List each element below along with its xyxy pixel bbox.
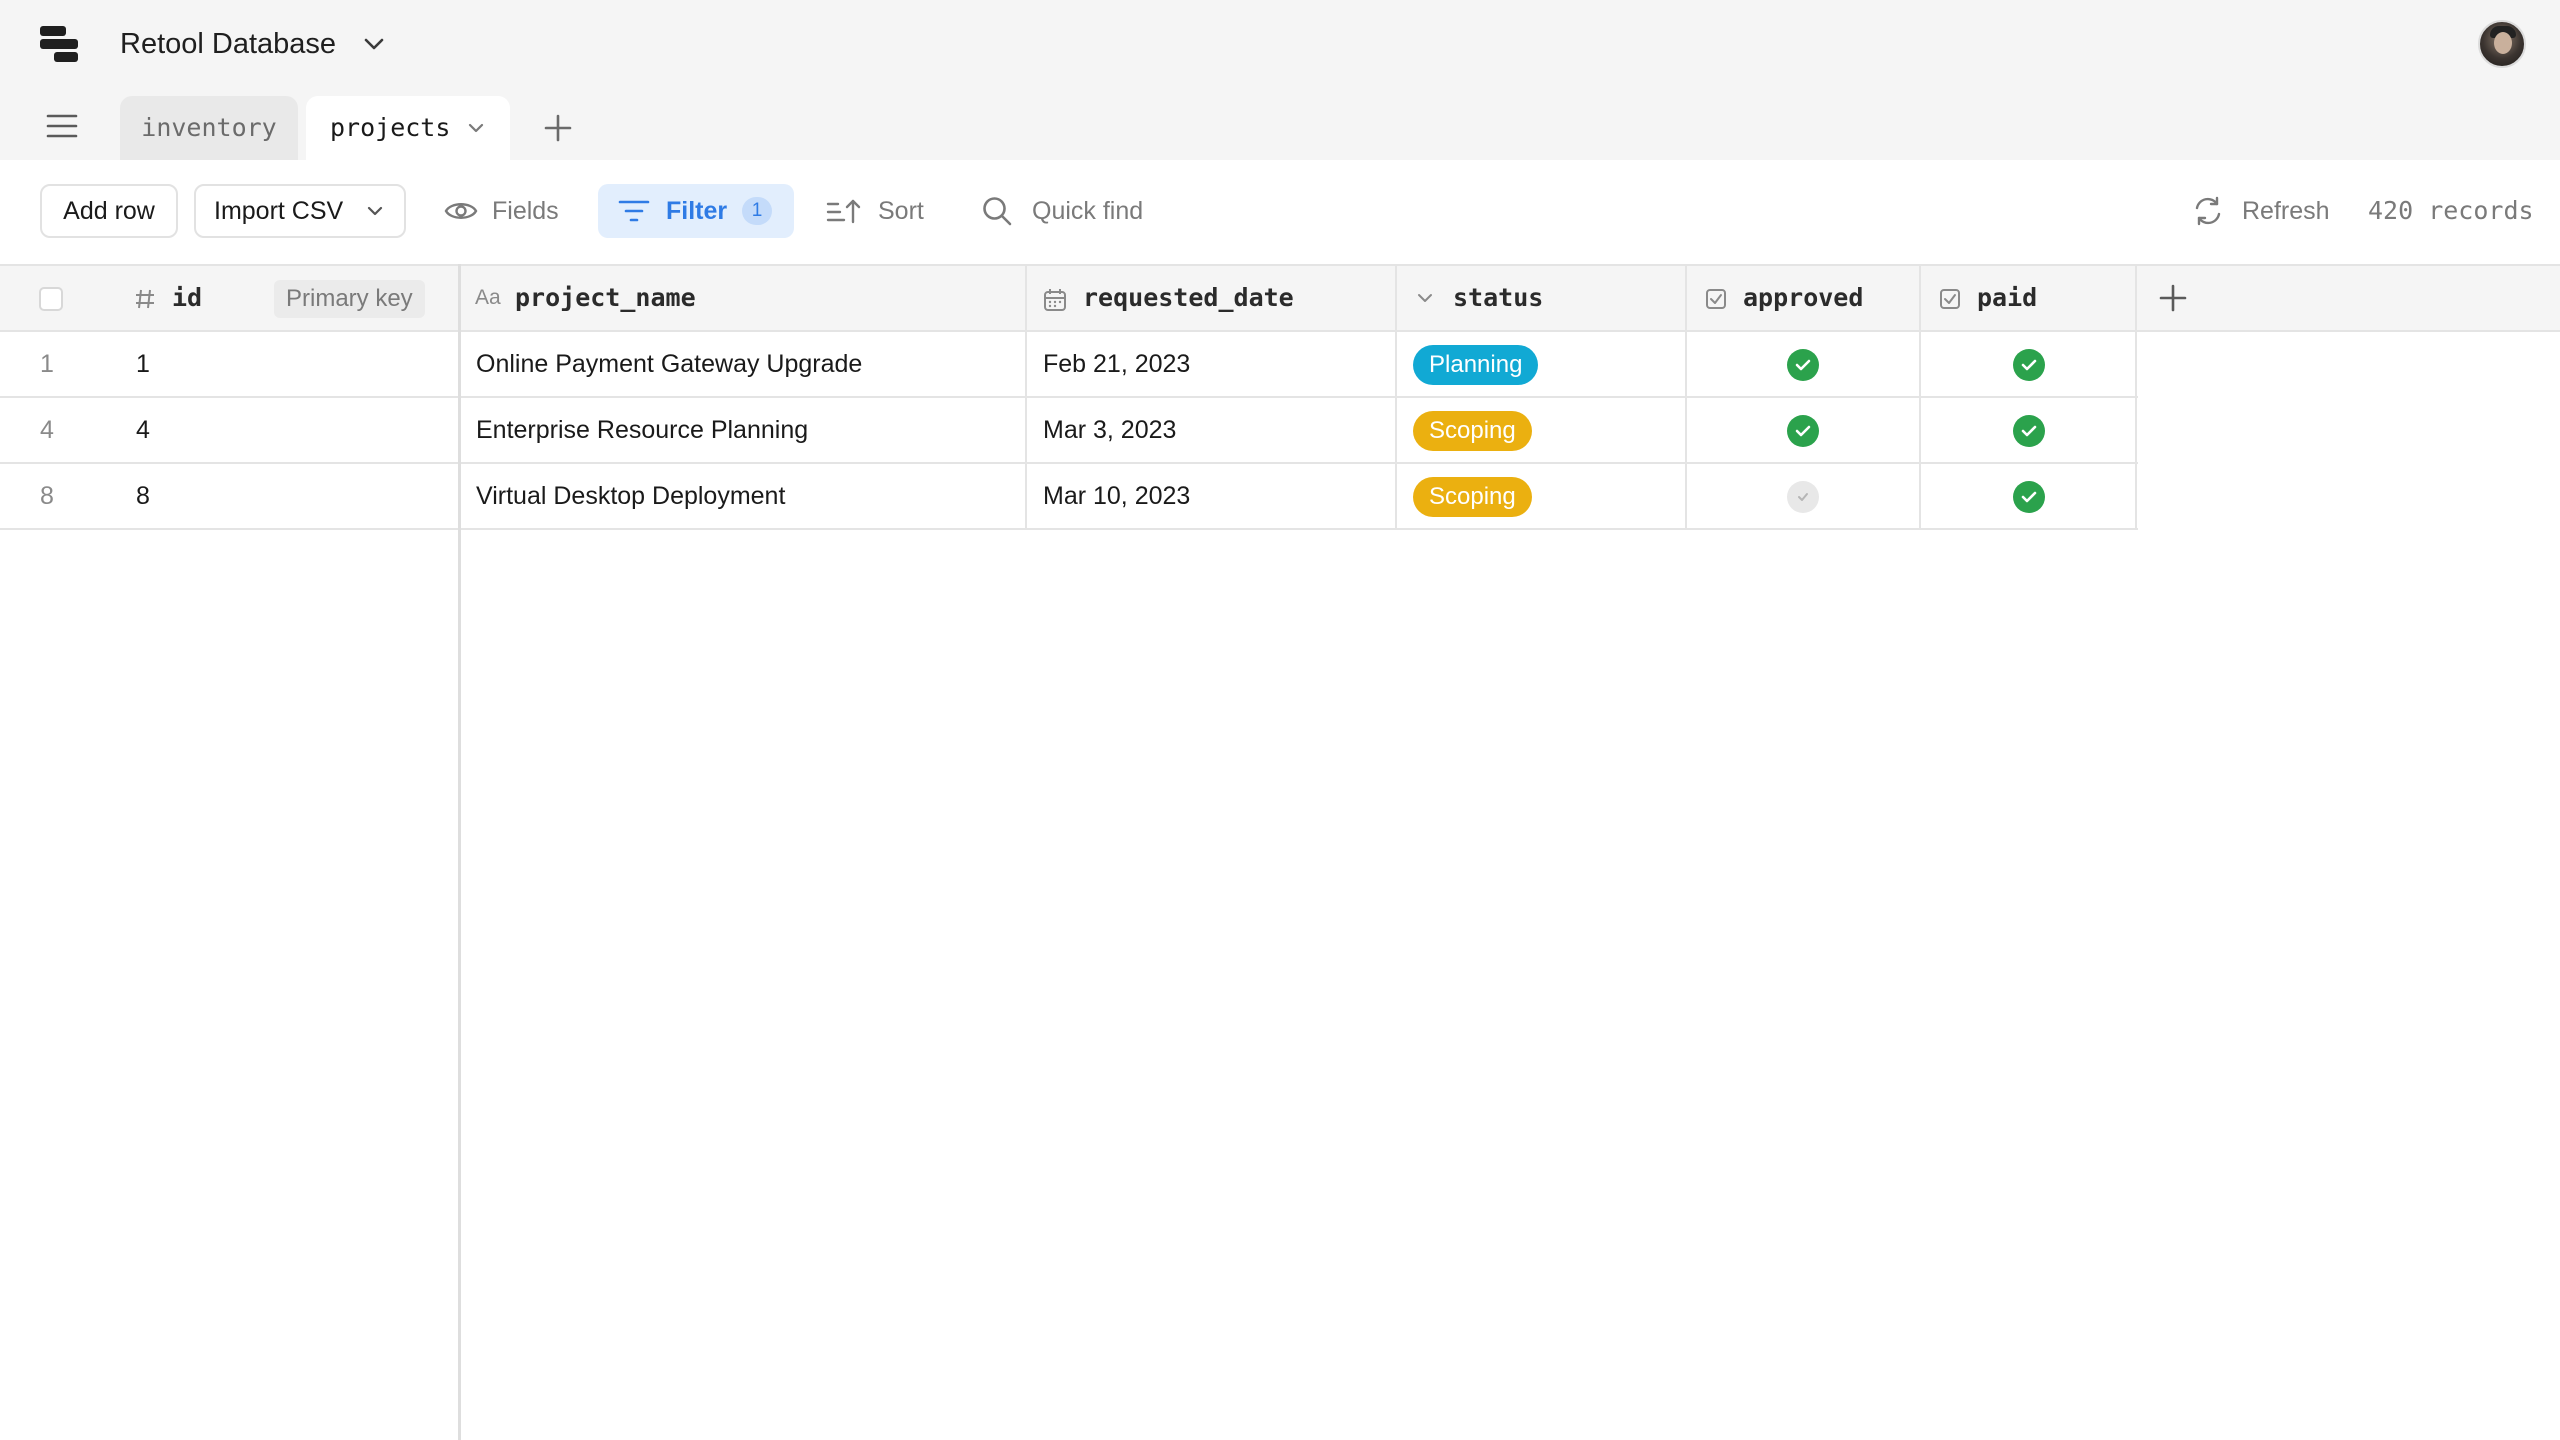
eye-icon [444,203,478,219]
data-grid: id Primary key Aa project_name requested… [0,264,2560,1440]
fields-label: Fields [492,197,559,225]
paid-check-icon[interactable] [2013,481,2045,513]
sort-button[interactable]: Sort [826,184,936,238]
cell-id[interactable]: 8 [136,464,458,528]
column-name: approved [1743,283,1864,312]
paid-check-icon[interactable] [2013,415,2045,447]
column-name: paid [1977,283,2038,312]
column-header-id[interactable]: id Primary key [110,266,458,330]
column-header-status[interactable]: status [1397,266,1687,330]
filter-label: Filter [666,197,728,225]
cell-approved[interactable] [1687,332,1921,396]
cell-status[interactable]: Scoping [1397,464,1687,528]
row-number: 4 [40,416,54,444]
fields-button[interactable]: Fields [444,184,574,238]
sort-label: Sort [878,197,924,225]
cell-requested-date[interactable]: Mar 3, 2023 [1027,398,1397,462]
filter-button[interactable]: Filter 1 [598,184,794,238]
cell-approved[interactable] [1687,398,1921,462]
status-badge: Scoping [1413,477,1532,517]
quick-find-label: Quick find [1032,197,1144,225]
text-type-icon: Aa [475,286,501,309]
cell-paid[interactable] [1921,398,2137,462]
refresh-label: Refresh [2242,197,2330,225]
avatar[interactable] [2478,20,2526,68]
row-number: 8 [40,482,54,510]
cell-requested-date[interactable]: Mar 10, 2023 [1027,464,1397,528]
calendar-icon [1044,289,1066,311]
tab-inventory[interactable]: inventory [120,96,298,160]
search-icon [983,197,1012,226]
tab-label: projects [330,113,451,142]
plus-icon[interactable] [541,111,575,145]
status-badge: Scoping [1413,411,1532,451]
quick-find-button[interactable]: Quick find [982,184,1182,238]
toolbar: Add row Import CSV Fields Filter 1 Sort [0,160,2560,264]
column-name: status [1453,283,1544,312]
column-name: id [172,283,203,312]
pinned-column-divider [458,264,461,1440]
cell-project-name[interactable]: Virtual Desktop Deployment [461,464,1027,528]
cell-project-name[interactable]: Enterprise Resource Planning [461,398,1027,462]
cell-id[interactable]: 4 [136,398,458,462]
retool-logo-icon[interactable] [40,26,80,64]
cell-requested-date[interactable]: Feb 21, 2023 [1027,332,1397,396]
table-header-row: id Primary key Aa project_name requested… [0,264,2560,332]
chevron-down-icon[interactable] [358,28,390,60]
table-row[interactable]: 4 4 Enterprise Resource Planning Mar 3, … [0,398,2138,464]
table-row[interactable]: 1 1 Online Payment Gateway Upgrade Feb 2… [0,332,2138,398]
cell-paid[interactable] [1921,464,2137,528]
primary-key-badge: Primary key [274,280,425,318]
status-badge: Planning [1413,345,1539,385]
column-name: project_name [515,283,696,312]
add-row-button[interactable]: Add row [40,184,178,238]
cell-status[interactable]: Planning [1397,332,1687,396]
hamburger-menu-icon[interactable] [46,112,80,142]
column-name: requested_date [1083,283,1294,312]
cell-id[interactable]: 1 [136,332,458,396]
add-column-icon[interactable] [2157,282,2189,314]
select-all-cell [0,266,110,330]
chevron-down-icon[interactable] [464,116,488,140]
cell-project-name[interactable]: Online Payment Gateway Upgrade [461,332,1027,396]
app-title[interactable]: Retool Database [120,26,336,62]
refresh-button[interactable]: Refresh [2192,184,2342,238]
refresh-icon [2195,196,2221,226]
column-header-approved[interactable]: approved [1687,266,1921,330]
tab-projects[interactable]: projects [306,96,510,160]
checkbox-icon [1940,289,1960,309]
approved-unchecked-icon[interactable] [1787,481,1819,513]
column-header-paid[interactable]: paid [1921,266,2137,330]
column-header-requested-date[interactable]: requested_date [1027,266,1397,330]
chevron-down-icon [1418,294,1432,302]
paid-check-icon[interactable] [2013,349,2045,381]
checkbox-icon [1706,289,1726,309]
table-row[interactable]: 8 8 Virtual Desktop Deployment Mar 10, 2… [0,464,2138,530]
import-csv-label: Import CSV [214,197,344,225]
select-all-checkbox[interactable] [39,287,63,311]
import-csv-button[interactable]: Import CSV [194,184,406,238]
sort-icon [826,199,861,224]
cell-status[interactable]: Scoping [1397,398,1687,462]
top-bar: Retool Database inventory projects [0,0,2560,160]
chevron-down-icon [367,206,383,216]
approved-check-icon[interactable] [1787,415,1819,447]
row-number: 1 [40,350,54,378]
hash-icon [136,289,154,309]
cell-paid[interactable] [1921,332,2137,396]
filter-icon [618,200,650,222]
filter-count-badge: 1 [742,197,772,225]
record-count: 420 records [2368,196,2534,225]
approved-check-icon[interactable] [1787,349,1819,381]
cell-approved[interactable] [1687,464,1921,528]
column-header-project-name[interactable]: Aa project_name [461,266,1027,330]
